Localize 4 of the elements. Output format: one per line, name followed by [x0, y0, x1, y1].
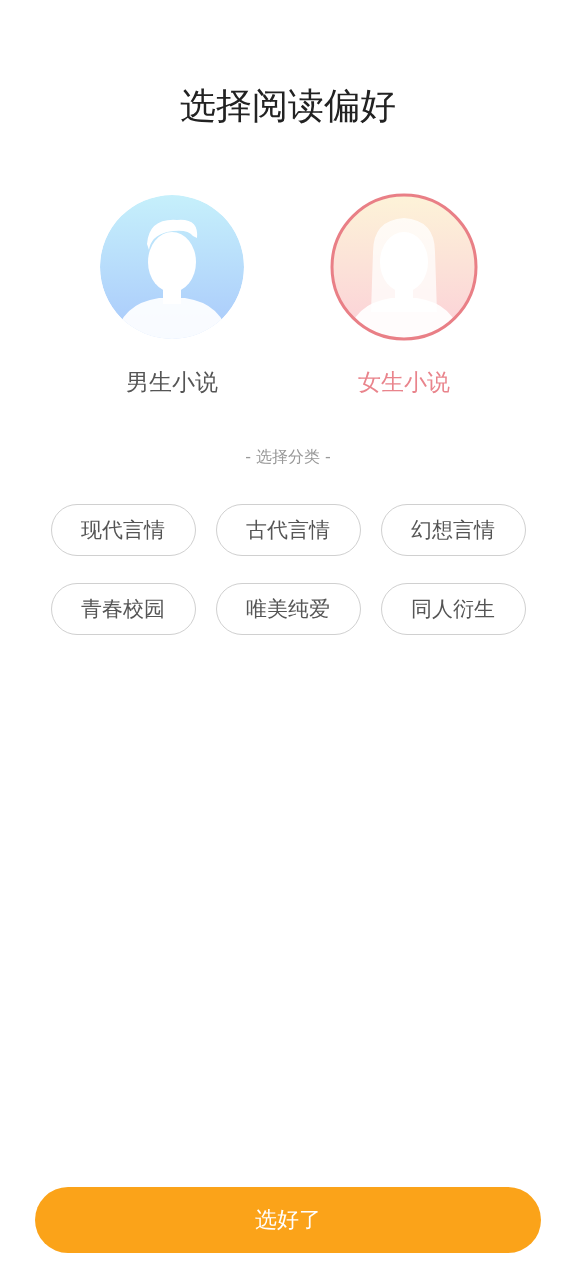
section-heading: - 选择分类 - — [245, 446, 331, 468]
person-silhouette-icon — [329, 192, 479, 342]
gender-option[interactable]: 男生小说 — [97, 192, 247, 398]
page-title: 选择阅读偏好 — [180, 84, 396, 128]
